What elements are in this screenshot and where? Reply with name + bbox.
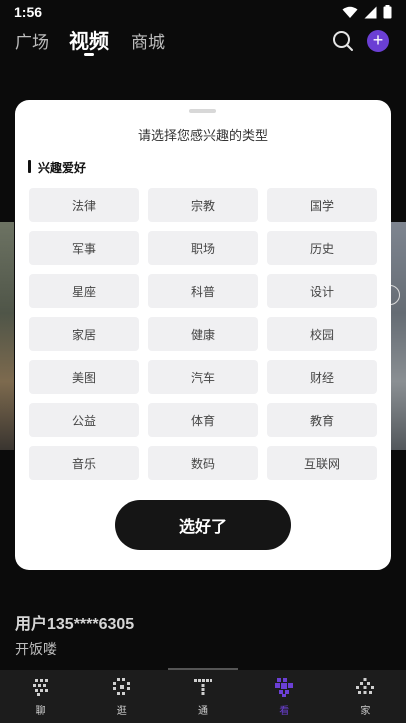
interest-grid: 法律 宗教 国学 军事 职场 历史 星座 科普 设计 家居 健康 校园 美图 汽… (29, 188, 377, 480)
interest-chip[interactable]: 国学 (267, 188, 377, 222)
plus-icon: + (372, 30, 384, 50)
interest-chip[interactable]: 汽车 (148, 360, 258, 394)
nav-label: 逛 (116, 706, 127, 717)
nav-item-browse[interactable]: 逛 (81, 670, 162, 723)
wifi-icon (342, 6, 358, 18)
tab-square[interactable]: 广场 (15, 28, 49, 53)
nav-label: 看 (279, 706, 290, 717)
nav-label: 家 (360, 706, 371, 717)
tab-video[interactable]: 视频 (69, 25, 109, 54)
interest-chip[interactable]: 职场 (148, 231, 258, 265)
video-background-left (0, 222, 14, 450)
signal-icon (364, 6, 377, 18)
search-icon[interactable] (332, 30, 354, 52)
dialog-title: 请选择您感兴趣的类型 (137, 128, 268, 143)
interest-chip[interactable]: 历史 (267, 231, 377, 265)
chat-icon (32, 679, 48, 696)
contacts-icon (194, 679, 212, 695)
section-label: 兴趣爱好 (38, 161, 87, 175)
bottom-nav: 聊 逛 通 看 家 (0, 670, 406, 723)
interest-chip[interactable]: 教育 (267, 403, 377, 437)
nav-item-chat[interactable]: 聊 (0, 670, 81, 723)
tab-mall[interactable]: 商城 (131, 28, 165, 53)
status-time: 1:56 (14, 4, 43, 20)
interest-chip[interactable]: 公益 (29, 403, 139, 437)
nav-label: 通 (198, 706, 208, 717)
nav-item-watch[interactable]: 看 (244, 670, 325, 723)
interest-chip[interactable]: 互联网 (267, 446, 377, 480)
interest-dialog: 请选择您感兴趣的类型 兴趣爱好 法律 宗教 国学 军事 职场 历史 星座 科普 … (15, 100, 391, 570)
active-tab-indicator (84, 53, 94, 56)
top-nav: 广场 视频 商城 + (0, 24, 406, 60)
section-marker (28, 160, 31, 173)
watch-icon (275, 678, 294, 697)
video-caption: 开饭喽 (15, 641, 57, 657)
interest-chip[interactable]: 宗教 (148, 188, 258, 222)
interest-chip[interactable]: 设计 (267, 274, 377, 308)
interest-chip[interactable]: 财经 (267, 360, 377, 394)
browse-icon (112, 678, 130, 695)
interest-chip[interactable]: 音乐 (29, 446, 139, 480)
nav-item-home[interactable]: 家 (325, 670, 406, 723)
drag-handle[interactable] (189, 109, 216, 113)
add-button[interactable]: + (367, 30, 389, 52)
status-bar: 1:56 (0, 0, 406, 24)
interest-chip[interactable]: 健康 (148, 317, 258, 351)
interest-chip[interactable]: 科普 (148, 274, 258, 308)
interest-chip[interactable]: 家居 (29, 317, 139, 351)
interest-chip[interactable]: 法律 (29, 188, 139, 222)
nav-item-contacts[interactable]: 通 (162, 670, 243, 723)
interest-chip[interactable]: 美图 (29, 360, 139, 394)
video-author[interactable]: 用户135****6305 (15, 610, 134, 634)
video-background-right (390, 222, 406, 450)
interest-chip[interactable]: 星座 (29, 274, 139, 308)
status-icons (342, 5, 392, 19)
nav-label: 聊 (35, 706, 46, 717)
home-icon (356, 678, 375, 694)
interest-chip[interactable]: 体育 (148, 403, 258, 437)
interest-chip[interactable]: 校园 (267, 317, 377, 351)
confirm-button[interactable]: 选好了 (115, 500, 291, 550)
battery-icon (383, 5, 392, 19)
interest-chip[interactable]: 军事 (29, 231, 139, 265)
interest-chip[interactable]: 数码 (148, 446, 258, 480)
